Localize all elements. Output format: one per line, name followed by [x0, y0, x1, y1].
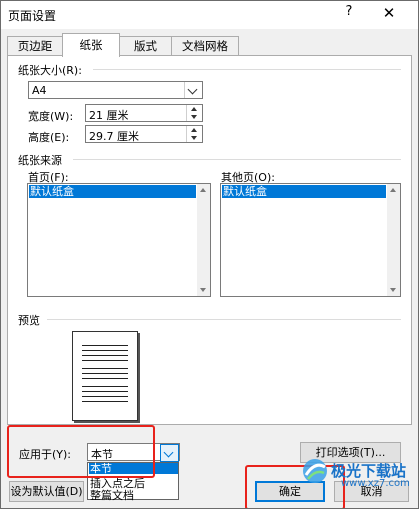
scrollbar[interactable] — [387, 184, 400, 296]
scroll-up-icon[interactable] — [390, 188, 396, 192]
paper-size-group-label: 纸张大小(R): — [18, 64, 82, 77]
apply-to-label: 应用于(Y): — [19, 448, 72, 461]
paper-source-group-label: 纸张来源 — [18, 154, 62, 167]
arrow-down-icon[interactable] — [191, 136, 197, 140]
dropdown-option[interactable]: 整篇文档 — [90, 487, 134, 503]
page-setup-dialog: 页面设置 ? ✕ 页边距 纸张 版式 文档网格 纸张大小(R): A4 宽度(W… — [0, 0, 419, 509]
apply-to-dropdown-list[interactable]: 本节 插入点之后 整篇文档 — [87, 462, 179, 503]
width-label: 宽度(W): — [28, 110, 74, 123]
tab-margins[interactable]: 页边距 — [7, 36, 63, 56]
help-icon[interactable]: ? — [341, 4, 357, 22]
arrow-up-icon[interactable] — [191, 107, 197, 111]
scrollbar[interactable] — [197, 184, 210, 296]
scroll-down-icon[interactable] — [390, 288, 396, 292]
apply-to-value: 本节 — [91, 448, 113, 461]
scroll-down-icon[interactable] — [200, 288, 206, 292]
set-default-button[interactable]: 设为默认值(D) — [9, 481, 84, 502]
dialog-title: 页面设置 — [8, 9, 57, 23]
paper-size-select[interactable]: A4 — [28, 81, 203, 99]
dropdown-option[interactable]: 本节 — [89, 463, 178, 474]
height-label: 高度(E): — [28, 131, 70, 144]
other-pages-tray-list[interactable]: 默认纸盒 — [220, 183, 401, 297]
chevron-down-icon[interactable] — [184, 82, 202, 98]
spin-buttons[interactable] — [186, 126, 202, 142]
title-bar: 页面设置 ? ✕ — [1, 1, 418, 29]
preview-label: 预览 — [18, 314, 40, 327]
first-page-tray-item[interactable]: 默认纸盒 — [29, 185, 196, 198]
arrow-down-icon[interactable] — [191, 115, 197, 119]
height-spinner[interactable]: 29.7 厘米 — [85, 125, 203, 143]
apply-to-select[interactable]: 本节 — [87, 443, 180, 462]
chevron-down-icon[interactable] — [160, 444, 179, 462]
tab-document-grid[interactable]: 文档网格 — [171, 36, 239, 56]
width-value: 21 厘米 — [89, 109, 129, 122]
aurora-logo-icon — [303, 459, 327, 483]
height-value: 29.7 厘米 — [89, 130, 139, 143]
scroll-up-icon[interactable] — [200, 188, 206, 192]
paper-size-value: A4 — [32, 84, 47, 97]
watermark-url: www.xz7.com — [341, 478, 410, 489]
group-divider — [47, 319, 401, 320]
width-spinner[interactable]: 21 厘米 — [85, 104, 203, 122]
other-pages-tray-item[interactable]: 默认纸盒 — [222, 185, 386, 198]
arrow-up-icon[interactable] — [191, 128, 197, 132]
group-divider — [73, 159, 401, 160]
tab-paper[interactable]: 纸张 — [62, 33, 120, 57]
tab-layout[interactable]: 版式 — [119, 36, 172, 56]
first-page-tray-list[interactable]: 默认纸盒 — [27, 183, 211, 297]
close-icon[interactable]: ✕ — [381, 4, 397, 22]
group-divider — [93, 69, 401, 70]
page-preview — [72, 331, 138, 421]
spin-buttons[interactable] — [186, 105, 202, 121]
